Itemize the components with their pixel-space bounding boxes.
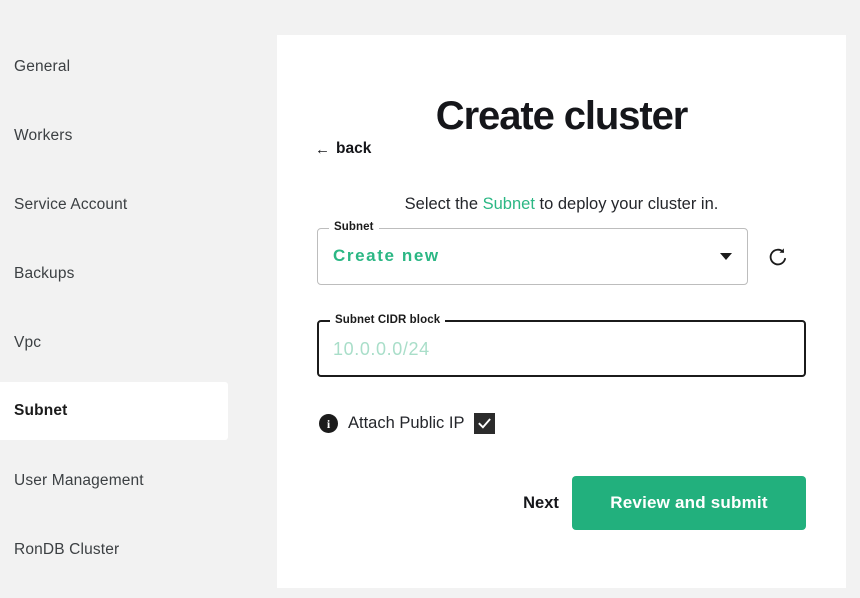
sidebar-item-rondb-cluster[interactable]: RonDB Cluster [0,521,228,579]
subtitle: Select the Subnet to deploy your cluster… [277,195,846,214]
sidebar-item-label: User Management [14,472,144,489]
sidebar-item-user-management[interactable]: User Management [0,452,228,510]
subnet-cidr-legend: Subnet CIDR block [330,314,446,326]
sidebar-item-label: Workers [14,127,73,144]
review-and-submit-button[interactable]: Review and submit [572,476,806,530]
subnet-select-value: Create new [333,246,440,265]
app-root: General Workers Service Account Backups … [0,0,860,598]
subnet-select[interactable]: Subnet Create new [317,221,748,285]
subnet-cidr-placeholder: 10.0.0.0/24 [333,339,430,359]
sidebar-item-backups[interactable]: Backups [0,245,228,303]
subtitle-suffix: to deploy your cluster in. [534,194,719,213]
info-icon[interactable]: i [319,414,338,433]
sidebar-item-subnet[interactable]: Subnet [0,382,228,440]
sidebar-item-vpc[interactable]: Vpc [0,314,228,372]
subtitle-highlight: Subnet [482,194,535,213]
back-link-label: back [336,140,372,157]
attach-public-ip-label: Attach Public IP [348,414,465,432]
sidebar-item-label: RonDB Cluster [14,541,120,558]
sidebar-item-label: General [14,58,71,75]
sidebar-item-label: Subnet [14,402,68,419]
sidebar-item-label: Vpc [14,334,42,351]
chevron-down-icon[interactable] [720,253,732,260]
attach-public-ip-checkbox[interactable] [474,413,496,434]
subtitle-prefix: Select the [404,194,483,213]
attach-public-ip-row: i Attach Public IP [319,413,496,434]
sidebar-item-general[interactable]: General [0,38,228,96]
sidebar-item-workers[interactable]: Workers [0,107,228,165]
page-title: Create cluster [435,93,689,138]
create-cluster-panel: Create cluster ← back Select the Subnet … [277,35,846,588]
subnet-cidr-input[interactable]: Subnet CIDR block 10.0.0.0/24 [317,314,806,377]
subnet-select-legend: Subnet [329,221,379,233]
sidebar-item-label: Service Account [14,196,128,213]
refresh-icon[interactable] [762,241,794,273]
arrow-left-icon: ← [315,140,330,158]
sidebar-item-label: Backups [14,265,75,282]
back-link[interactable]: ← back [315,140,371,158]
next-button[interactable]: Next [508,481,574,525]
sidebar-item-service-account[interactable]: Service Account [0,176,228,234]
sidebar: General Workers Service Account Backups … [0,0,277,598]
